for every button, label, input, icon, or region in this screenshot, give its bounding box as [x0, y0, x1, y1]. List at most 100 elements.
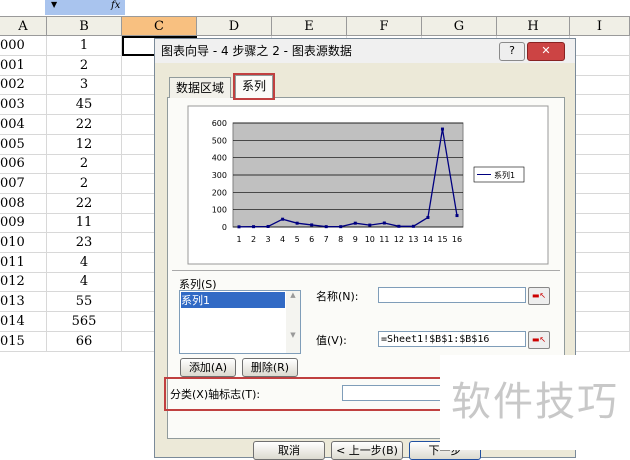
column-header-B[interactable]: B — [47, 17, 122, 36]
cell[interactable]: 1 — [47, 36, 122, 56]
cell[interactable]: 008 — [0, 193, 47, 214]
value-input[interactable]: =Sheet1!$B$1:$B$16 — [378, 331, 526, 347]
column-header-G[interactable]: G — [422, 17, 497, 36]
cell[interactable] — [570, 154, 630, 175]
x-tick-label: 12 — [394, 235, 404, 244]
cell[interactable]: 015 — [0, 331, 47, 352]
column-header-H[interactable]: H — [497, 17, 570, 36]
x-tick-label: 15 — [437, 235, 447, 244]
cell[interactable]: 565 — [47, 311, 122, 332]
close-button[interactable]: ✕ — [527, 42, 565, 61]
cell[interactable] — [570, 292, 630, 313]
help-button[interactable]: ? — [499, 42, 525, 61]
column-header-C[interactable]: C — [122, 17, 197, 36]
cell[interactable] — [570, 233, 630, 253]
name-label: 名称(N): — [316, 290, 359, 303]
column-header-A[interactable]: A — [0, 17, 47, 36]
x-tick-label: 14 — [423, 235, 433, 244]
y-tick-label: 300 — [212, 171, 227, 180]
cell[interactable] — [570, 213, 630, 234]
cell[interactable]: 2 — [47, 154, 122, 175]
cell[interactable] — [570, 193, 630, 214]
cell[interactable] — [570, 134, 630, 155]
cell[interactable]: 45 — [47, 95, 122, 116]
cell[interactable]: 013 — [0, 292, 47, 313]
cell[interactable]: 55 — [47, 292, 122, 313]
x-tick-label: 7 — [324, 235, 329, 244]
x-tick-label: 3 — [266, 235, 271, 244]
cell[interactable]: 22 — [47, 114, 122, 135]
cell[interactable]: 22 — [47, 193, 122, 214]
range-select-icon[interactable]: ▬↖ — [528, 331, 550, 349]
series-item[interactable]: 系列1 — [181, 292, 285, 308]
cell[interactable]: 2 — [47, 55, 122, 76]
cell[interactable]: 012 — [0, 272, 47, 293]
back-button[interactable]: < 上一步(B) — [331, 441, 403, 460]
data-point — [266, 224, 270, 228]
watermark: 软件技巧 — [440, 355, 630, 450]
data-point — [339, 225, 343, 229]
cell[interactable]: 004 — [0, 114, 47, 135]
name-box[interactable]: ▼ fx — [45, 0, 125, 15]
x-tick-label: 9 — [353, 235, 358, 244]
delete-button[interactable]: 删除(R) — [242, 358, 298, 377]
cell[interactable]: 007 — [0, 173, 47, 194]
cell[interactable] — [570, 331, 630, 352]
chart-preview: 01002003004005006001 2 3 4 5 6 7 8 9 10 11 12 13 14 15… — [187, 105, 549, 265]
range-select-icon[interactable]: ▬↖ — [528, 287, 550, 305]
data-point — [295, 221, 299, 225]
cell[interactable]: 010 — [0, 233, 47, 253]
tab-data-range[interactable]: 数据区域 — [169, 77, 232, 98]
cell[interactable] — [570, 114, 630, 135]
formula-bar: ▼ fx — [0, 0, 630, 17]
column-header-D[interactable]: D — [197, 17, 272, 36]
cell[interactable]: 66 — [47, 331, 122, 352]
cell[interactable]: 014 — [0, 311, 47, 332]
scrollbar[interactable]: ▲ ▼ — [286, 291, 300, 353]
cell[interactable] — [570, 55, 630, 76]
cell[interactable]: 005 — [0, 134, 47, 155]
column-header-E[interactable]: E — [272, 17, 347, 36]
x-tick-label: 10 — [365, 235, 375, 244]
cell[interactable]: 4 — [47, 252, 122, 273]
cell[interactable] — [570, 252, 630, 273]
cell[interactable]: 3 — [47, 75, 122, 96]
cell[interactable]: 003 — [0, 95, 47, 116]
data-point — [324, 225, 328, 229]
legend-label: 系列1 — [494, 170, 515, 180]
y-tick-label: 500 — [212, 136, 227, 145]
cell[interactable]: 001 — [0, 55, 47, 76]
value-label: 值(V): — [316, 334, 347, 347]
fx-icon[interactable]: fx — [111, 0, 120, 11]
cell[interactable] — [570, 173, 630, 194]
add-button[interactable]: 添加(A) — [180, 358, 236, 377]
cell[interactable]: 2 — [47, 173, 122, 194]
cell[interactable]: 006 — [0, 154, 47, 175]
name-input[interactable] — [378, 287, 526, 303]
cell[interactable]: 11 — [47, 213, 122, 234]
cell[interactable]: 4 — [47, 272, 122, 293]
tab-series[interactable]: 系列 — [232, 73, 276, 100]
dropdown-icon[interactable]: ▼ — [51, 0, 57, 9]
cell[interactable] — [570, 95, 630, 116]
data-point — [310, 223, 314, 227]
column-header-I[interactable]: I — [570, 17, 630, 36]
cell[interactable]: 009 — [0, 213, 47, 234]
cell[interactable] — [570, 272, 630, 293]
x-tick-label: 8 — [338, 235, 343, 244]
series-listbox[interactable]: 系列1 ▲ ▼ — [179, 290, 301, 354]
cell[interactable]: 23 — [47, 233, 122, 253]
cell[interactable]: 011 — [0, 252, 47, 273]
cell[interactable] — [570, 36, 630, 56]
data-point — [382, 221, 386, 225]
cell[interactable] — [570, 75, 630, 96]
x-tick-label: 6 — [309, 235, 314, 244]
y-tick-label: 0 — [222, 223, 227, 232]
column-header-F[interactable]: F — [347, 17, 422, 36]
cell[interactable]: 002 — [0, 75, 47, 96]
divider — [172, 270, 560, 271]
cell[interactable] — [570, 311, 630, 332]
cancel-button[interactable]: 取消 — [253, 441, 325, 460]
cell[interactable]: 000 — [0, 36, 47, 56]
cell[interactable]: 12 — [47, 134, 122, 155]
